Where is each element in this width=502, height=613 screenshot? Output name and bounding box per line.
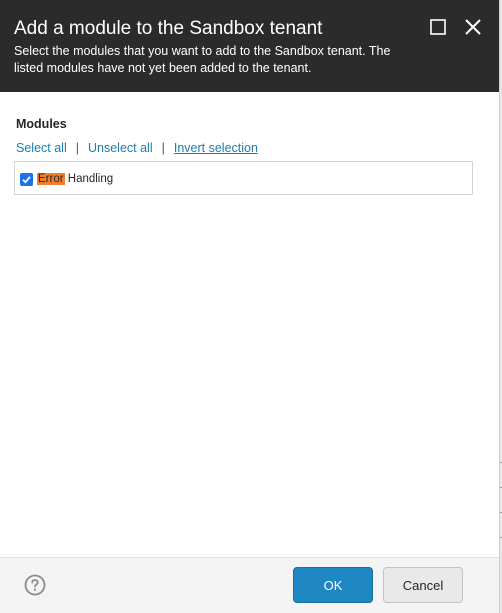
link-separator: | — [161, 141, 165, 155]
help-icon — [24, 574, 46, 596]
dialog-title: Add a module to the Sandbox tenant — [14, 18, 323, 39]
selection-links: Select all | Unselect all | Invert selection — [16, 141, 258, 155]
help-button[interactable] — [24, 574, 46, 596]
link-separator: | — [75, 141, 79, 155]
search-highlight: Error — [37, 173, 65, 185]
close-icon — [465, 19, 481, 35]
dialog-footer: OK Cancel — [0, 557, 499, 613]
dialog-header: Add a module to the Sandbox tenant Selec… — [0, 0, 499, 92]
close-button[interactable] — [462, 16, 484, 38]
dialog-description: Select the modules that you want to add … — [14, 44, 391, 75]
dialog-content: Modules Select all | Unselect all | Invert s… — [0, 92, 499, 557]
module-list: Error Handling — [14, 161, 473, 195]
module-name: Handling — [64, 173, 114, 185]
select-all-link[interactable]: Select all — [16, 141, 67, 155]
add-module-dialog: Add a module to the Sandbox tenant Selec… — [0, 0, 499, 613]
checkbox-checked-icon[interactable] — [20, 172, 33, 186]
maximize-button[interactable] — [427, 16, 449, 38]
cancel-button[interactable]: Cancel — [383, 567, 463, 603]
ok-button[interactable]: OK — [293, 567, 373, 603]
invert-selection-link[interactable]: Invert selection — [174, 141, 258, 155]
module-item-error-handling[interactable]: Error Handling — [20, 171, 113, 187]
unselect-all-link[interactable]: Unselect all — [88, 141, 153, 155]
modules-label: Modules — [16, 117, 67, 131]
maximize-icon — [430, 19, 446, 35]
